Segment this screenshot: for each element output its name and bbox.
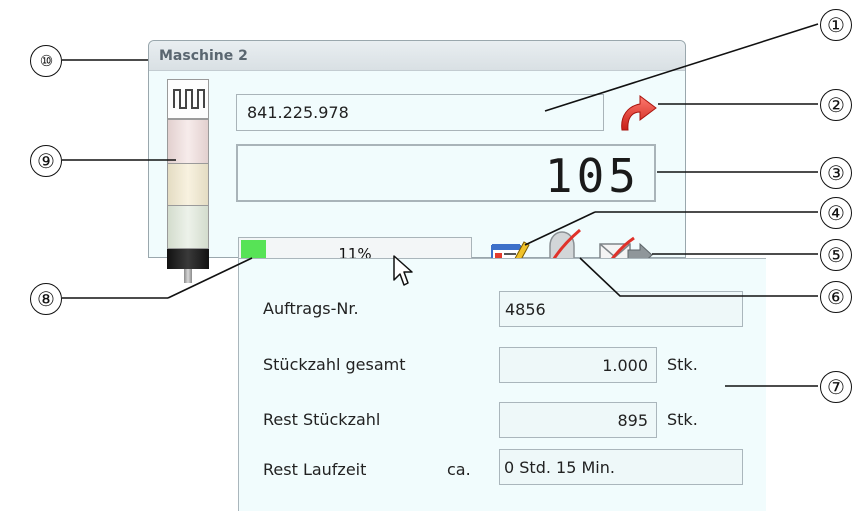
total-quantity-value: 1.000	[602, 356, 648, 375]
remaining-quantity-value: 895	[617, 411, 648, 430]
tower-light-yellow	[167, 163, 209, 205]
pulse-signal-icon	[173, 89, 205, 109]
callout-8: ⑧	[30, 283, 62, 315]
mouse-pointer-icon	[393, 255, 413, 286]
remaining-runtime-label: Rest Laufzeit	[263, 460, 367, 479]
tower-light-red	[167, 119, 209, 163]
callout-4: ④	[820, 197, 852, 229]
total-quantity-field[interactable]: 1.000	[499, 347, 657, 383]
counter-field[interactable]: 841.225.978	[236, 94, 604, 131]
remaining-quantity-label: Rest Stückzahl	[263, 410, 381, 429]
order-info-popup: Auftrags-Nr. 4856 Stückzahl gesamt 1.000…	[238, 258, 766, 511]
piece-count-value: 105	[544, 149, 640, 203]
callout-1: ①	[820, 9, 852, 41]
remaining-quantity-unit: Stk.	[667, 410, 698, 429]
callout-9: ⑨	[30, 145, 62, 177]
order-number-value: 4856	[505, 300, 546, 319]
remaining-runtime-field[interactable]: 0 Std. 15 Min.	[499, 449, 743, 485]
callout-5: ⑤	[820, 239, 852, 271]
remaining-runtime-prefix: ca.	[447, 460, 471, 479]
remaining-quantity-field[interactable]: 895	[499, 402, 657, 438]
total-quantity-unit: Stk.	[667, 355, 698, 374]
order-number-field[interactable]: 4856	[499, 291, 743, 327]
redirect-arrow-icon[interactable]	[614, 90, 660, 136]
counter-value: 841.225.978	[247, 103, 349, 122]
tower-base	[167, 249, 209, 269]
callout-6: ⑥	[820, 281, 852, 313]
remaining-runtime-value: 0 Std. 15 Min.	[504, 458, 615, 477]
callout-7: ⑦	[820, 371, 852, 403]
callout-10: ⑩	[30, 45, 62, 77]
tower-pole	[184, 269, 192, 283]
callout-2: ②	[820, 89, 852, 121]
window-title: Maschine 2	[159, 48, 248, 64]
signal-light-tower	[167, 79, 209, 283]
tower-cap	[167, 79, 209, 119]
total-quantity-label: Stückzahl gesamt	[263, 355, 406, 374]
order-number-label: Auftrags-Nr.	[263, 299, 359, 318]
window-title-bar: Maschine 2	[149, 41, 685, 71]
piece-count-display: 105	[236, 144, 656, 203]
callout-3: ③	[820, 157, 852, 189]
tower-light-green	[167, 205, 209, 249]
